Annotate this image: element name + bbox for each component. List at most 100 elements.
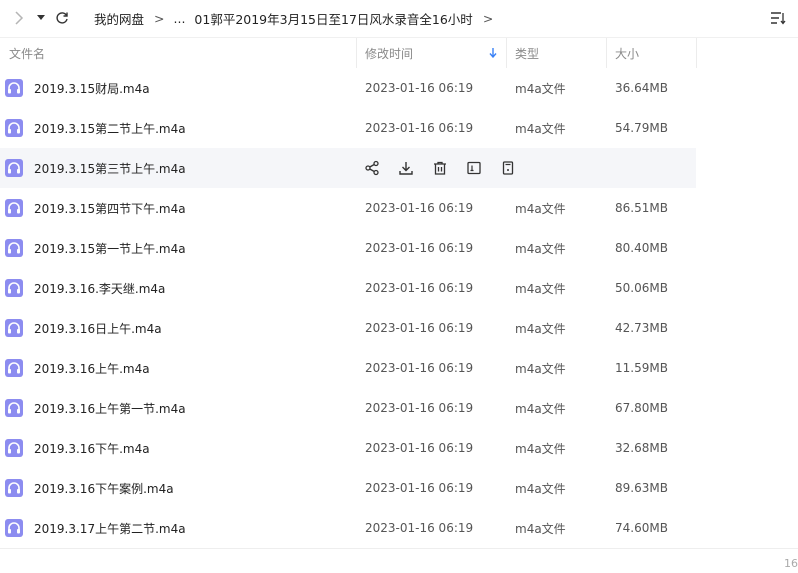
sort-list-icon[interactable]	[768, 8, 788, 28]
column-divider[interactable]	[606, 38, 607, 68]
table-row[interactable]: 2019.3.17上午第二节.m4a 2023-01-16 06:19 m4a文件 7…	[0, 508, 696, 548]
file-modified-date: 2023-01-16 06:19	[365, 521, 474, 535]
file-size: 36.64MB	[615, 81, 668, 95]
file-icon-cell	[5, 228, 23, 268]
file-size: 11.59MB	[615, 361, 668, 375]
file-type: m4a文件	[515, 361, 566, 376]
file-modified-date: 2023-01-16 06:19	[365, 201, 474, 215]
file-modified-date: 2023-01-16 06:19	[365, 81, 474, 95]
audio-headphones-icon	[5, 199, 23, 217]
column-header: 文件名 修改时间 类型 大小	[0, 37, 798, 68]
refresh-icon[interactable]	[52, 0, 72, 36]
table-row[interactable]: 2019.3.15第一节上午.m4a 2023-01-16 06:19 m4a文件 8…	[0, 228, 696, 268]
column-size[interactable]: 大小	[615, 38, 695, 68]
file-type: m4a文件	[515, 201, 566, 216]
status-bar: 16	[0, 548, 798, 573]
file-modified-date: 2023-01-16 06:19	[365, 321, 474, 335]
file-name[interactable]: 2019.3.16上午.m4a	[34, 348, 150, 388]
column-type[interactable]: 类型	[515, 38, 605, 68]
breadcrumb-root[interactable]: 我的网盘	[94, 9, 144, 28]
table-row[interactable]: 2019.3.16上午.m4a 2023-01-16 06:19 m4a文件 11.5…	[0, 348, 696, 388]
row-actions	[364, 148, 534, 188]
file-size: 80.40MB	[615, 241, 668, 255]
file-type: m4a文件	[515, 401, 566, 416]
audio-headphones-icon	[5, 79, 23, 97]
audio-headphones-icon	[5, 279, 23, 297]
dropdown-caret-icon[interactable]	[34, 0, 48, 36]
audio-headphones-icon	[5, 399, 23, 417]
breadcrumb-current-folder[interactable]: 01郭平2019年3月15日至17日风水录音全16小时	[194, 9, 472, 28]
file-name[interactable]: 2019.3.15第三节上午.m4a	[34, 148, 186, 188]
breadcrumb: 我的网盘 > ... 01郭平2019年3月15日至17日风水录音全16小时 >	[94, 0, 502, 36]
file-size: 67.80MB	[615, 401, 668, 415]
file-icon-cell	[5, 308, 23, 348]
file-icon-cell	[5, 148, 23, 188]
file-modified-date: 2023-01-16 06:19	[365, 241, 474, 255]
file-name[interactable]: 2019.3.16下午.m4a	[34, 428, 150, 468]
table-row[interactable]: 2019.3.15第三节上午.m4a	[0, 148, 696, 188]
file-icon-cell	[5, 428, 23, 468]
file-size: 89.63MB	[615, 481, 668, 495]
file-size: 86.51MB	[615, 201, 668, 215]
table-row[interactable]: 2019.3.15财局.m4a 2023-01-16 06:19 m4a文件 36.6…	[0, 68, 696, 108]
audio-headphones-icon	[5, 359, 23, 377]
file-name[interactable]: 2019.3.16日上午.m4a	[34, 308, 162, 348]
file-name[interactable]: 2019.3.17上午第二节.m4a	[34, 508, 186, 548]
breadcrumb-ellipsis[interactable]: ...	[174, 11, 186, 26]
file-name[interactable]: 2019.3.16下午案例.m4a	[34, 468, 174, 508]
column-modified[interactable]: 修改时间	[365, 38, 505, 68]
audio-headphones-icon	[5, 119, 23, 137]
column-divider[interactable]	[696, 38, 697, 68]
file-name[interactable]: 2019.3.16.李天继.m4a	[34, 268, 165, 308]
column-divider[interactable]	[356, 38, 357, 68]
file-type: m4a文件	[515, 521, 566, 536]
file-modified-date: 2023-01-16 06:19	[365, 121, 474, 135]
file-icon-cell	[5, 268, 23, 308]
table-row[interactable]: 2019.3.16日上午.m4a 2023-01-16 06:19 m4a文件 42.…	[0, 308, 696, 348]
item-count: 16	[784, 557, 798, 570]
file-icon-cell	[5, 188, 23, 228]
toolbar: 我的网盘 > ... 01郭平2019年3月15日至17日风水录音全16小时 >	[0, 0, 798, 36]
file-name[interactable]: 2019.3.15财局.m4a	[34, 68, 150, 108]
table-row[interactable]: 2019.3.16下午.m4a 2023-01-16 06:19 m4a文件 32.6…	[0, 428, 696, 468]
table-row[interactable]: 2019.3.15第四节下午.m4a 2023-01-16 06:19 m4a文件 8…	[0, 188, 696, 228]
rename-icon[interactable]	[466, 148, 500, 188]
table-row[interactable]: 2019.3.16上午第一节.m4a 2023-01-16 06:19 m4a文件 6…	[0, 388, 696, 428]
file-icon-cell	[5, 468, 23, 508]
download-icon[interactable]	[398, 148, 432, 188]
share-icon[interactable]	[364, 148, 398, 188]
breadcrumb-separator: >	[482, 10, 494, 26]
file-name[interactable]: 2019.3.15第四节下午.m4a	[34, 188, 186, 228]
file-size: 42.73MB	[615, 321, 668, 335]
file-size: 50.06MB	[615, 281, 668, 295]
column-divider[interactable]	[506, 38, 507, 68]
file-icon-cell	[5, 508, 23, 548]
table-row[interactable]: 2019.3.16下午案例.m4a 2023-01-16 06:19 m4a文件 89…	[0, 468, 696, 508]
breadcrumb-separator: >	[154, 10, 165, 26]
file-modified-date: 2023-01-16 06:19	[365, 361, 474, 375]
table-row[interactable]: 2019.3.16.李天继.m4a 2023-01-16 06:19 m4a文件 50…	[0, 268, 696, 308]
file-name[interactable]: 2019.3.15第一节上午.m4a	[34, 228, 186, 268]
file-name[interactable]: 2019.3.16上午第一节.m4a	[34, 388, 186, 428]
audio-headphones-icon	[5, 439, 23, 457]
audio-headphones-icon	[5, 159, 23, 177]
file-name[interactable]: 2019.3.15第二节上午.m4a	[34, 108, 186, 148]
file-modified-date: 2023-01-16 06:19	[365, 401, 474, 415]
file-type: m4a文件	[515, 481, 566, 496]
file-size: 74.60MB	[615, 521, 668, 535]
delete-icon[interactable]	[432, 148, 466, 188]
file-icon-cell	[5, 388, 23, 428]
more-icon[interactable]	[500, 148, 534, 188]
file-type: m4a文件	[515, 121, 566, 136]
table-row[interactable]: 2019.3.15第二节上午.m4a 2023-01-16 06:19 m4a文件 5…	[0, 108, 696, 148]
file-icon-cell	[5, 348, 23, 388]
column-name[interactable]: 文件名	[9, 38, 349, 68]
audio-headphones-icon	[5, 239, 23, 257]
file-type: m4a文件	[515, 81, 566, 96]
sort-down-arrow-icon[interactable]	[489, 38, 505, 68]
audio-headphones-icon	[5, 519, 23, 537]
file-type: m4a文件	[515, 241, 566, 256]
column-modified-label: 修改时间	[365, 46, 414, 61]
forward-arrow-icon[interactable]	[8, 0, 30, 36]
file-icon-cell	[5, 68, 23, 108]
